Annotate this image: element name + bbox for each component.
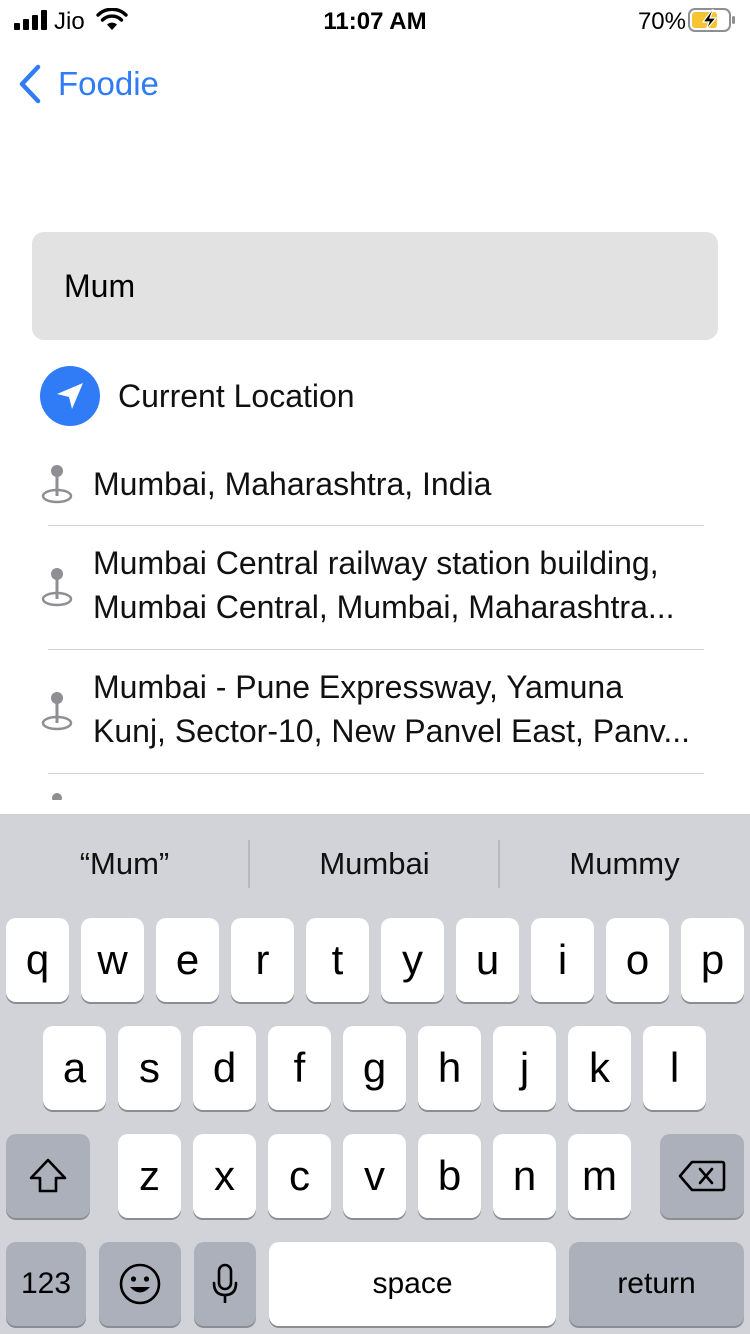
status-bar: Jio 11:07 AM 70% xyxy=(0,0,750,40)
space-key[interactable]: space xyxy=(269,1242,556,1326)
suggestion-3[interactable]: Mummy xyxy=(500,836,749,892)
key-r[interactable]: r xyxy=(231,918,294,1002)
key-t[interactable]: t xyxy=(306,918,369,1002)
delete-key[interactable] xyxy=(660,1134,744,1218)
suggestion-bar: “Mum” Mumbai Mummy xyxy=(0,814,750,914)
key-l[interactable]: l xyxy=(643,1026,706,1110)
location-arrow-icon xyxy=(40,366,100,426)
back-button[interactable]: Foodie xyxy=(16,62,159,106)
current-location-label: Current Location xyxy=(118,377,355,414)
result-line-2: Mumbai Central, Mumbai, Maharashtra... xyxy=(93,589,675,625)
key-q[interactable]: q xyxy=(6,918,69,1002)
search-field[interactable] xyxy=(32,232,718,340)
key-k[interactable]: k xyxy=(568,1026,631,1110)
search-result-3[interactable]: Mumbai - Pune Expressway, Yamuna Kunj, S… xyxy=(0,665,750,753)
key-z[interactable]: z xyxy=(118,1134,181,1218)
key-w[interactable]: w xyxy=(81,918,144,1002)
key-c[interactable]: c xyxy=(268,1134,331,1218)
key-f[interactable]: f xyxy=(268,1026,331,1110)
key-o[interactable]: o xyxy=(606,918,669,1002)
map-pin-icon xyxy=(41,692,73,731)
key-j[interactable]: j xyxy=(493,1026,556,1110)
emoji-icon xyxy=(119,1263,161,1305)
key-x[interactable]: x xyxy=(193,1134,256,1218)
shift-key[interactable] xyxy=(6,1134,90,1218)
suggestion-1[interactable]: “Mum” xyxy=(0,836,249,892)
key-v[interactable]: v xyxy=(343,1134,406,1218)
key-n[interactable]: n xyxy=(493,1134,556,1218)
search-input[interactable] xyxy=(64,267,664,305)
key-g[interactable]: g xyxy=(343,1026,406,1110)
map-pin-icon xyxy=(41,568,73,607)
result-line-2: Kunj, Sector-10, New Panvel East, Panv..… xyxy=(93,713,691,749)
result-divider xyxy=(48,525,704,526)
delete-icon xyxy=(678,1160,726,1192)
map-pin-icon xyxy=(41,465,73,504)
back-button-label: Foodie xyxy=(58,65,159,102)
key-p[interactable]: p xyxy=(681,918,744,1002)
result-divider xyxy=(48,773,704,774)
key-a[interactable]: a xyxy=(43,1026,106,1110)
keyboard: “Mum” Mumbai Mummy q w e r t y u i o p a… xyxy=(0,814,750,1334)
shift-icon xyxy=(29,1158,67,1193)
battery-charging-icon xyxy=(688,8,735,32)
search-result-2[interactable]: Mumbai Central railway station building,… xyxy=(0,541,750,629)
chevron-left-icon xyxy=(19,64,41,104)
key-e[interactable]: e xyxy=(156,918,219,1002)
key-d[interactable]: d xyxy=(193,1026,256,1110)
key-h[interactable]: h xyxy=(418,1026,481,1110)
current-location-option[interactable]: Current Location xyxy=(40,366,355,426)
result-line-1: Mumbai, Maharashtra, India xyxy=(93,466,492,502)
key-y[interactable]: y xyxy=(381,918,444,1002)
key-s[interactable]: s xyxy=(118,1026,181,1110)
key-i[interactable]: i xyxy=(531,918,594,1002)
result-line-1: Mumbai Central railway station building, xyxy=(93,545,659,581)
dictation-key[interactable] xyxy=(194,1242,256,1326)
result-line-1: Mumbai - Pune Expressway, Yamuna xyxy=(93,669,624,705)
key-b[interactable]: b xyxy=(418,1134,481,1218)
key-m[interactable]: m xyxy=(568,1134,631,1218)
search-result-1[interactable]: Mumbai, Maharashtra, India xyxy=(0,462,750,506)
result-divider xyxy=(48,649,704,650)
microphone-icon xyxy=(212,1263,238,1303)
map-pin-icon xyxy=(52,793,62,800)
suggestion-2[interactable]: Mumbai xyxy=(250,836,499,892)
numbers-key[interactable]: 123 xyxy=(6,1242,86,1326)
key-u[interactable]: u xyxy=(456,918,519,1002)
battery-percent: 70% xyxy=(637,8,686,35)
emoji-key[interactable] xyxy=(99,1242,181,1326)
return-key[interactable]: return xyxy=(569,1242,744,1326)
